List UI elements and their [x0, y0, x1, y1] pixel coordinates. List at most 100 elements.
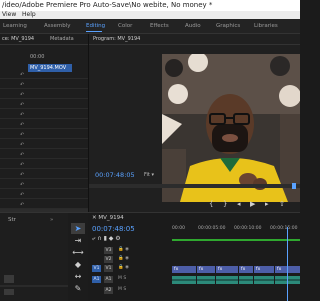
step-forward-icon[interactable]: ▸	[265, 200, 269, 208]
row-icon: ↶	[20, 202, 25, 208]
video-frame-image	[162, 54, 300, 202]
video-clip[interactable]: fx	[254, 266, 275, 273]
selection-tool-icon[interactable]: ➤	[71, 223, 85, 234]
play-icon[interactable]: ▶	[250, 200, 255, 208]
selected-clip-name: MV_9194.MOV	[30, 65, 67, 71]
row-icon: ↶	[20, 162, 25, 168]
panel-menu-icon[interactable]: »	[50, 217, 53, 224]
source-patch-v1[interactable]: V1	[92, 265, 101, 272]
workspace-graphics[interactable]: Graphics	[216, 23, 240, 30]
row-icon: ↶	[20, 152, 25, 158]
row-icon: ↶	[20, 72, 25, 78]
step-back-icon[interactable]: ◂	[237, 200, 241, 208]
track-a1-label[interactable]: A1	[104, 276, 113, 283]
project-panel: Str »	[0, 212, 69, 301]
workspace-audio[interactable]: Audio	[185, 23, 201, 30]
track-a1-icons[interactable]: M S	[118, 276, 126, 281]
workspace-assembly[interactable]: Assembly	[44, 23, 71, 30]
timeline-sequence-name: MV_9194	[98, 215, 124, 221]
workspace-color[interactable]: Color	[118, 23, 132, 30]
track-a2-label[interactable]: A2	[104, 287, 113, 294]
selected-clip[interactable]: MV_9194.MOV	[28, 64, 72, 72]
tools-panel: ➤ ⇥ ⟷ ◆ ↔ ✎	[68, 212, 88, 301]
slip-tool-icon[interactable]: ↔	[71, 271, 85, 282]
row-icon: ↶	[20, 182, 25, 188]
program-scrubber[interactable]	[89, 183, 300, 189]
menu-help[interactable]: Help	[22, 12, 36, 18]
mark-in-icon[interactable]: {	[209, 200, 213, 208]
tab-source[interactable]: ce: MV_9194	[2, 37, 34, 42]
program-timecode[interactable]: 00:07:48:05	[95, 172, 135, 179]
video-clip[interactable]: fx	[216, 266, 239, 273]
row-icon: ↶	[20, 102, 25, 108]
audio-clip[interactable]	[197, 276, 216, 284]
program-title: Program: MV_9194	[93, 36, 141, 42]
track-v2-icons[interactable]: 🔒 ◉	[118, 256, 129, 261]
workspace-effects[interactable]: Effects	[150, 23, 169, 30]
menu-bar: View Help	[0, 11, 300, 19]
ruler-label: 00:00:15:00	[270, 226, 298, 231]
row-icon: ↶	[20, 122, 25, 128]
audio-clip[interactable]	[239, 276, 254, 284]
track-v3-icons[interactable]: 🔒 ◉	[118, 247, 129, 252]
mark-out-icon[interactable]: }	[223, 200, 227, 208]
ripple-edit-icon[interactable]: ⟷	[71, 247, 85, 258]
video-clip[interactable]: fx	[239, 266, 254, 273]
track-header-a1: A1 A1 M S	[88, 276, 172, 284]
pen-tool-icon[interactable]: ✎	[71, 283, 85, 294]
time-ruler[interactable]: 00:00 00:00:05:00 00:00:10:00 00:00:15:0…	[172, 226, 300, 239]
menu-view[interactable]: View	[2, 12, 16, 18]
row-icon: ↶	[20, 172, 25, 178]
workspace-editing[interactable]: Editing	[86, 23, 105, 30]
row-icon: ↶	[20, 142, 25, 148]
timeline-panel: ✕ MV_9194 00:07:48:05 ⤶ ∩ ▮ ◆ ⚙ 00:00 00…	[88, 212, 301, 301]
source-panel-tabs: ce: MV_9194 Metadata	[0, 34, 88, 45]
program-header: Program: MV_9194	[89, 34, 300, 45]
ruler-label: 00:00:05:00	[198, 226, 226, 231]
list-view-icon[interactable]	[4, 275, 14, 283]
timeline-timecode[interactable]: 00:07:48:05	[92, 226, 135, 233]
row-icon: ↶	[20, 92, 25, 98]
title-bar: /ideo/Adobe Premiere Pro Auto-Save\No we…	[0, 0, 300, 11]
workspace-tabs: Learning Assembly Editing Color Effects …	[0, 19, 300, 34]
audio-clip[interactable]	[216, 276, 239, 284]
zoom-fit-label: Fit	[144, 172, 150, 178]
source-timecode: 00:00	[30, 54, 45, 60]
timeline-tool-icons[interactable]: ⤶ ∩ ▮ ◆ ⚙	[92, 236, 121, 242]
row-icon: ↶	[20, 82, 25, 88]
track-header-v1: V1 V1 🔒 ◉	[88, 265, 172, 273]
icon-view-icon[interactable]	[4, 289, 14, 295]
window-title: /ideo/Adobe Premiere Pro Auto-Save\No we…	[2, 1, 213, 9]
source-panel: ce: MV_9194 Metadata 00:00 MV_9194.MOV ↶…	[0, 34, 89, 212]
lift-icon[interactable]: ⇧	[279, 200, 285, 208]
program-playhead[interactable]	[292, 183, 296, 189]
track-a2-icons[interactable]: M S	[118, 287, 126, 292]
audio-clip[interactable]	[275, 276, 301, 284]
audio-clip[interactable]	[254, 276, 275, 284]
ruler-label: 00:00	[172, 226, 185, 231]
video-clip[interactable]: fx	[172, 266, 197, 273]
track-header-a2: A2 M S	[88, 287, 172, 295]
source-patch-a1[interactable]: A1	[92, 276, 101, 283]
track-v3-label[interactable]: V3	[104, 247, 113, 254]
workspace-libraries[interactable]: Libraries	[254, 23, 278, 30]
workspace-learning[interactable]: Learning	[3, 23, 27, 30]
zoom-fit-select[interactable]: Fit ▾	[144, 173, 154, 178]
video-clip[interactable]: fx	[197, 266, 216, 273]
project-panel-label: Str	[8, 217, 16, 223]
timeline-sequence-tab[interactable]: ✕ MV_9194	[92, 215, 124, 222]
video-clip[interactable]: fx	[275, 266, 301, 273]
track-header-v3: V3 🔒 ◉	[88, 247, 172, 255]
track-select-icon[interactable]: ⇥	[71, 235, 85, 246]
timeline-playhead[interactable]	[287, 227, 288, 301]
video-frame[interactable]	[162, 54, 300, 202]
track-v1-label[interactable]: V1	[104, 265, 113, 272]
program-monitor: Program: MV_9194 00:07:48:05 Fit ▾ {} ◂…	[89, 34, 300, 212]
audio-clip[interactable]	[172, 276, 197, 284]
track-v2-label[interactable]: V2	[104, 256, 113, 263]
tab-metadata[interactable]: Metadata	[50, 37, 74, 42]
track-v1-icons[interactable]: 🔒 ◉	[118, 265, 129, 270]
active-workspace-underline	[86, 31, 102, 32]
razor-tool-icon[interactable]: ◆	[71, 259, 85, 270]
ruler-label: 00:00:10:00	[234, 226, 262, 231]
